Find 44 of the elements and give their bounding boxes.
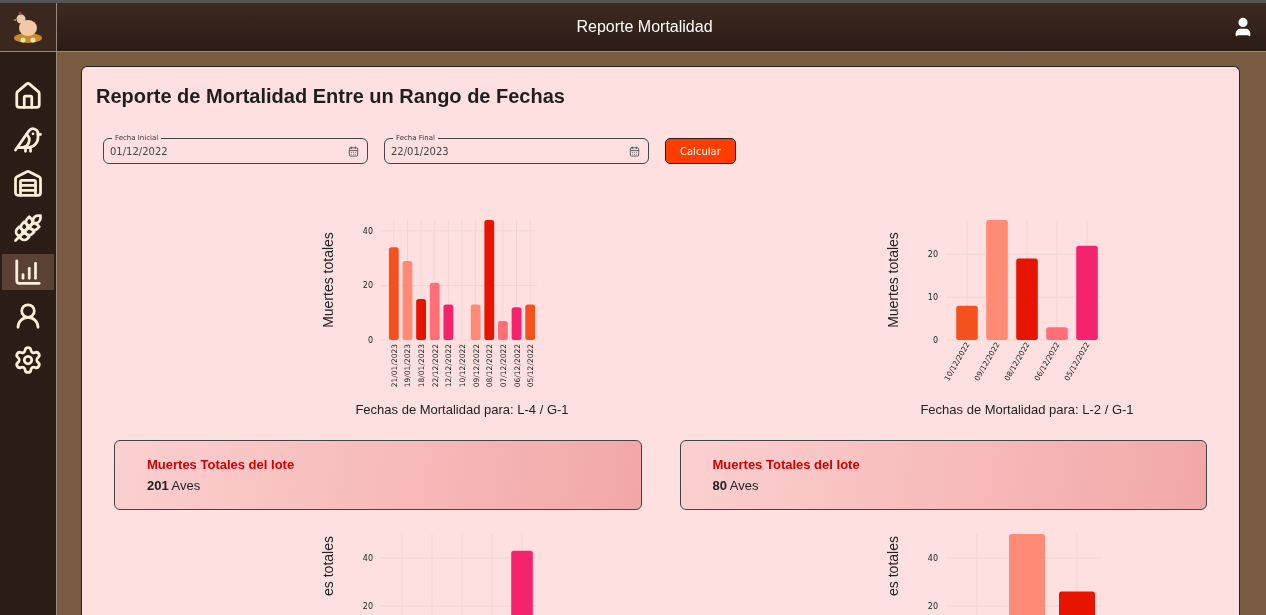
- header-title: Reporte Mortalidad: [575, 18, 714, 36]
- date-input[interactable]: 01/12/2022: [110, 146, 348, 157]
- axis-title: Muertes totales: [319, 232, 336, 328]
- calendar-icon[interactable]: [348, 146, 359, 157]
- tick-label: 0: [367, 336, 373, 345]
- summary-title: Muertes Totales del lote: [712, 457, 861, 472]
- bar: [510, 550, 533, 615]
- tick-label: 40: [362, 226, 373, 236]
- bar: [443, 304, 453, 340]
- page-title: Reporte de Mortalidad Entre un Rango de Fechas: [96, 85, 566, 108]
- axis-title: Fechas de Mortalidad para: L-2 / G-1: [920, 402, 1134, 417]
- tick-label: 0: [933, 336, 939, 345]
- tick-label: 20: [928, 602, 939, 611]
- axis-title: Fechas de Mortalidad para: L-4 / G-1: [355, 402, 569, 417]
- summary-text: 201 Aves: [147, 478, 202, 493]
- tick-label: 40: [362, 554, 373, 563]
- report-icon: [13, 257, 43, 287]
- settings-icon: [13, 345, 43, 375]
- calculate-button[interactable]: Calcular: [665, 138, 736, 164]
- bar: [1059, 591, 1096, 615]
- summary-title: Muertes Totales del lote: [147, 457, 296, 472]
- bar: [1046, 327, 1069, 340]
- tick-label: 10: [928, 293, 939, 303]
- bar: [511, 307, 522, 340]
- date-input[interactable]: 22/01/2023: [391, 146, 629, 157]
- tick-label: 20: [362, 602, 373, 611]
- bar: [497, 320, 508, 340]
- axis-title: es totales: [319, 536, 336, 596]
- bar: [956, 305, 979, 340]
- hen-logo-icon: [12, 10, 44, 44]
- tick-label: 20: [362, 281, 373, 291]
- tick-label: 20: [928, 250, 939, 260]
- farm-icon: [13, 81, 43, 111]
- tick-label: 40: [928, 554, 939, 563]
- bar: [429, 282, 440, 340]
- axis-title: es totales: [885, 536, 902, 596]
- bar: [525, 304, 535, 340]
- calendar-icon[interactable]: [629, 146, 640, 157]
- summary-text: 80 Aves: [712, 478, 760, 493]
- bar: [470, 304, 481, 340]
- sidebar-item[interactable]: [2, 254, 54, 290]
- axis-title: Muertes totales: [885, 232, 902, 328]
- hen-icon: [13, 125, 43, 155]
- bar: [415, 299, 426, 340]
